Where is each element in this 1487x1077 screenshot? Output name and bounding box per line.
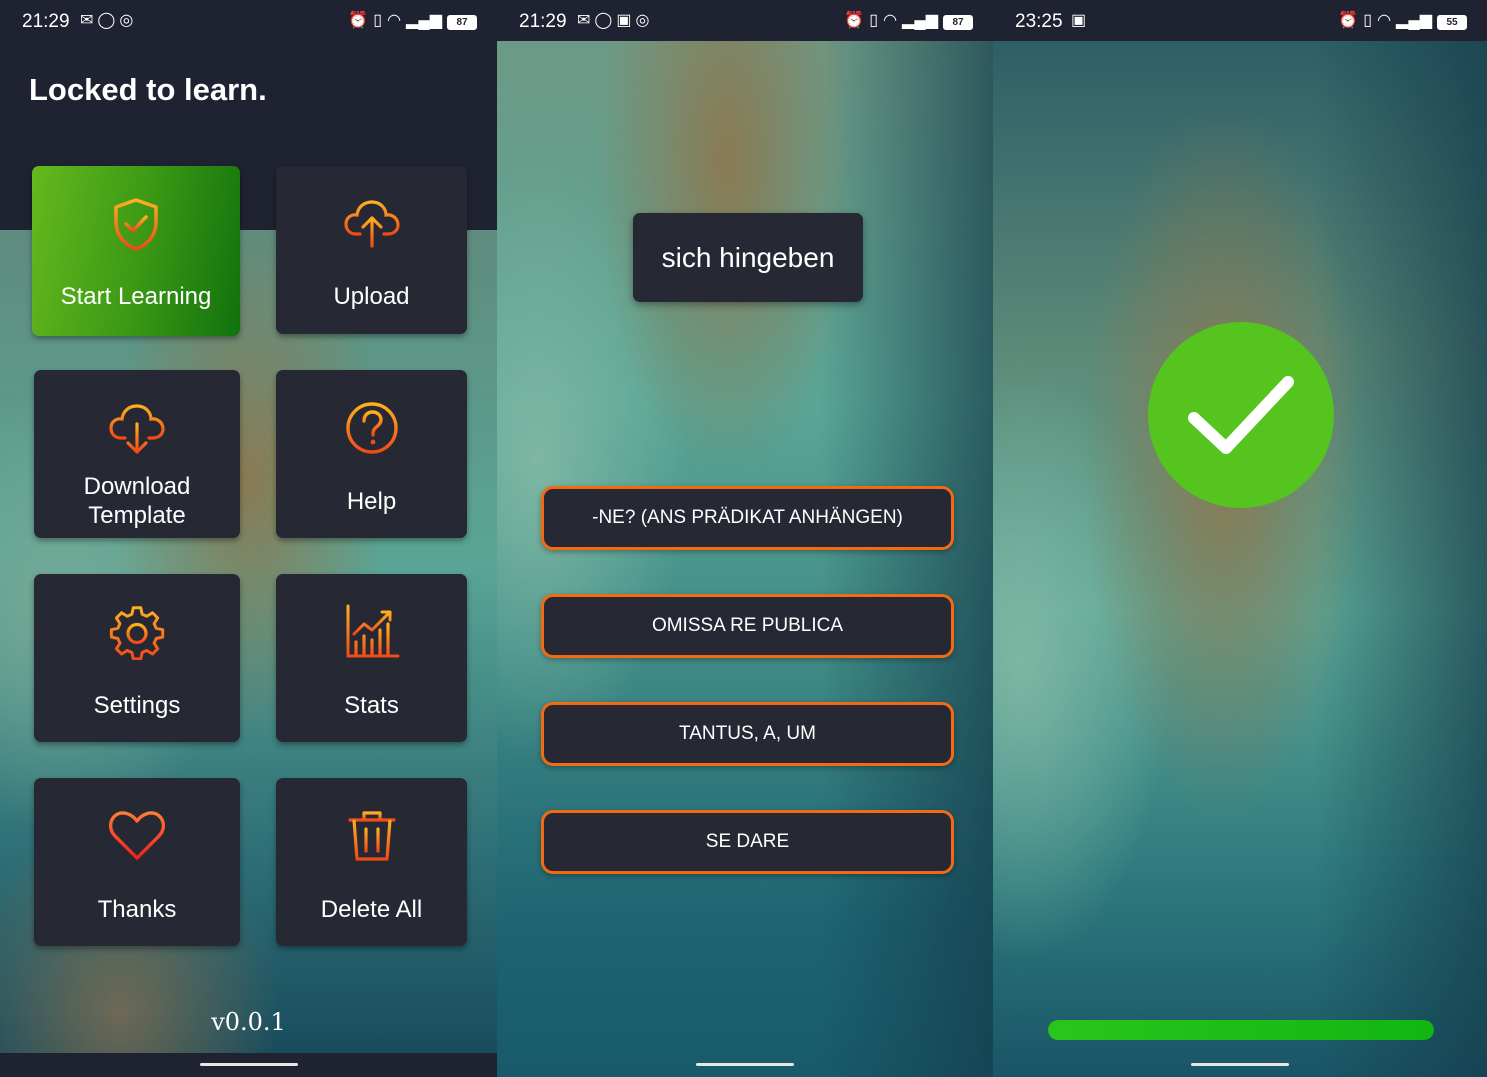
app-title: Locked to learn.: [29, 72, 267, 107]
help-circle-icon: [276, 400, 467, 456]
system-icons: ⏰ ▯ ◠ ▂▄▆ 87: [348, 11, 477, 31]
status-bar: 21:29 ✉ ◯ ◎ ⏰ ▯ ◠ ▂▄▆ 87: [0, 0, 497, 41]
result-screen: 23:25 ▣ ⏰ ▯ ◠ ▂▄▆ 55: [993, 0, 1487, 1077]
answer-option[interactable]: SE DARE: [541, 810, 954, 874]
version-label: v0.0.1: [211, 1008, 286, 1036]
system-icons: ⏰ ▯ ◠ ▂▄▆ 87: [844, 11, 973, 31]
quiz-screen: 21:29 ✉ ◯ ▣ ◎ ⏰ ▯ ◠ ▂▄▆ 87 sich hingeben…: [497, 0, 993, 1077]
signal-icon: ▂▄▆: [1396, 12, 1432, 29]
home-gesture-handle[interactable]: [199, 1063, 298, 1066]
start-learning-button[interactable]: Start Learning: [32, 166, 240, 336]
tile-label: Download Template: [83, 473, 191, 529]
signal-icon: ▂▄▆: [902, 12, 938, 29]
home-screen: 21:29 ✉ ◯ ◎ ⏰ ▯ ◠ ▂▄▆ 87 Locked to learn…: [0, 0, 497, 1077]
status-time: 21:29: [22, 11, 70, 32]
cloud-download-icon: [34, 400, 240, 456]
tile-label: Delete All: [320, 896, 423, 923]
trash-icon: [276, 808, 467, 864]
help-button[interactable]: Help: [276, 370, 467, 538]
success-indicator: [1148, 322, 1334, 508]
tile-label: Upload: [333, 283, 410, 310]
vibrate-icon: ▯: [869, 12, 879, 29]
app-notification-icon: ▣: [616, 12, 632, 29]
wallpaper: [993, 41, 1487, 1077]
battery-icon: 87: [447, 14, 477, 30]
notification-icons: ✉ ◯ ▣ ◎: [577, 11, 649, 31]
shield-check-icon: [32, 196, 240, 252]
thanks-button[interactable]: Thanks: [34, 778, 240, 946]
answer-option[interactable]: OMISSA RE PUBLICA: [541, 594, 954, 658]
home-gesture-handle[interactable]: [696, 1063, 794, 1066]
download-template-button[interactable]: Download Template: [34, 370, 240, 538]
gear-icon: [34, 604, 240, 660]
progress-bar: [1048, 1020, 1434, 1040]
vibrate-icon: ▯: [373, 12, 383, 29]
status-bar: 23:25 ▣ ⏰ ▯ ◠ ▂▄▆ 55: [993, 0, 1487, 41]
navigation-bar: [0, 1053, 497, 1077]
answer-option[interactable]: TANTUS, A, UM: [541, 702, 954, 766]
stats-button[interactable]: Stats: [276, 574, 467, 742]
delete-all-button[interactable]: Delete All: [276, 778, 467, 946]
status-time: 23:25: [1015, 11, 1063, 32]
tile-label: Start Learning: [60, 283, 212, 310]
wifi-icon: ◠: [1377, 12, 1392, 29]
wifi-icon: ◠: [883, 12, 898, 29]
alarm-icon: ⏰: [348, 12, 369, 29]
status-bar: 21:29 ✉ ◯ ▣ ◎ ⏰ ▯ ◠ ▂▄▆ 87: [497, 0, 993, 41]
notification-icons: ▣: [1071, 11, 1086, 31]
app-notification-icon: ◎: [635, 12, 650, 29]
status-time: 21:29: [519, 11, 567, 32]
tile-label: Settings: [93, 692, 181, 719]
question-word-card: sich hingeben: [633, 213, 863, 302]
wifi-icon: ◠: [387, 12, 402, 29]
wallpaper: [497, 41, 993, 1077]
mail-icon: ✉: [577, 12, 591, 29]
home-gesture-handle[interactable]: [1191, 1063, 1289, 1066]
upload-button[interactable]: Upload: [276, 166, 467, 334]
battery-icon: 87: [943, 14, 973, 30]
tile-label: Thanks: [97, 896, 177, 923]
checkmark-icon: [1188, 376, 1294, 454]
answer-option[interactable]: -NE? (ANS PRÄDIKAT ANHÄNGEN): [541, 486, 954, 550]
alarm-icon: ⏰: [1338, 12, 1359, 29]
progress-fill: [1048, 1020, 1434, 1040]
notification-icons: ✉ ◯ ◎: [80, 11, 133, 31]
battery-icon: 55: [1437, 14, 1467, 30]
mail-icon: ✉: [80, 12, 94, 29]
settings-button[interactable]: Settings: [34, 574, 240, 742]
whatsapp-icon: ◯: [97, 12, 116, 29]
cloud-upload-icon: [276, 196, 467, 252]
signal-icon: ▂▄▆: [406, 12, 442, 29]
app-notification-icon: ◎: [119, 12, 134, 29]
chart-icon: [276, 604, 467, 660]
tile-label: Stats: [344, 692, 399, 719]
whatsapp-icon: ◯: [594, 12, 613, 29]
tile-label: Help: [346, 488, 397, 515]
system-icons: ⏰ ▯ ◠ ▂▄▆ 55: [1338, 11, 1467, 31]
app-notification-icon: ▣: [1071, 12, 1087, 29]
vibrate-icon: ▯: [1363, 12, 1373, 29]
heart-icon: [34, 808, 240, 864]
alarm-icon: ⏰: [844, 12, 865, 29]
